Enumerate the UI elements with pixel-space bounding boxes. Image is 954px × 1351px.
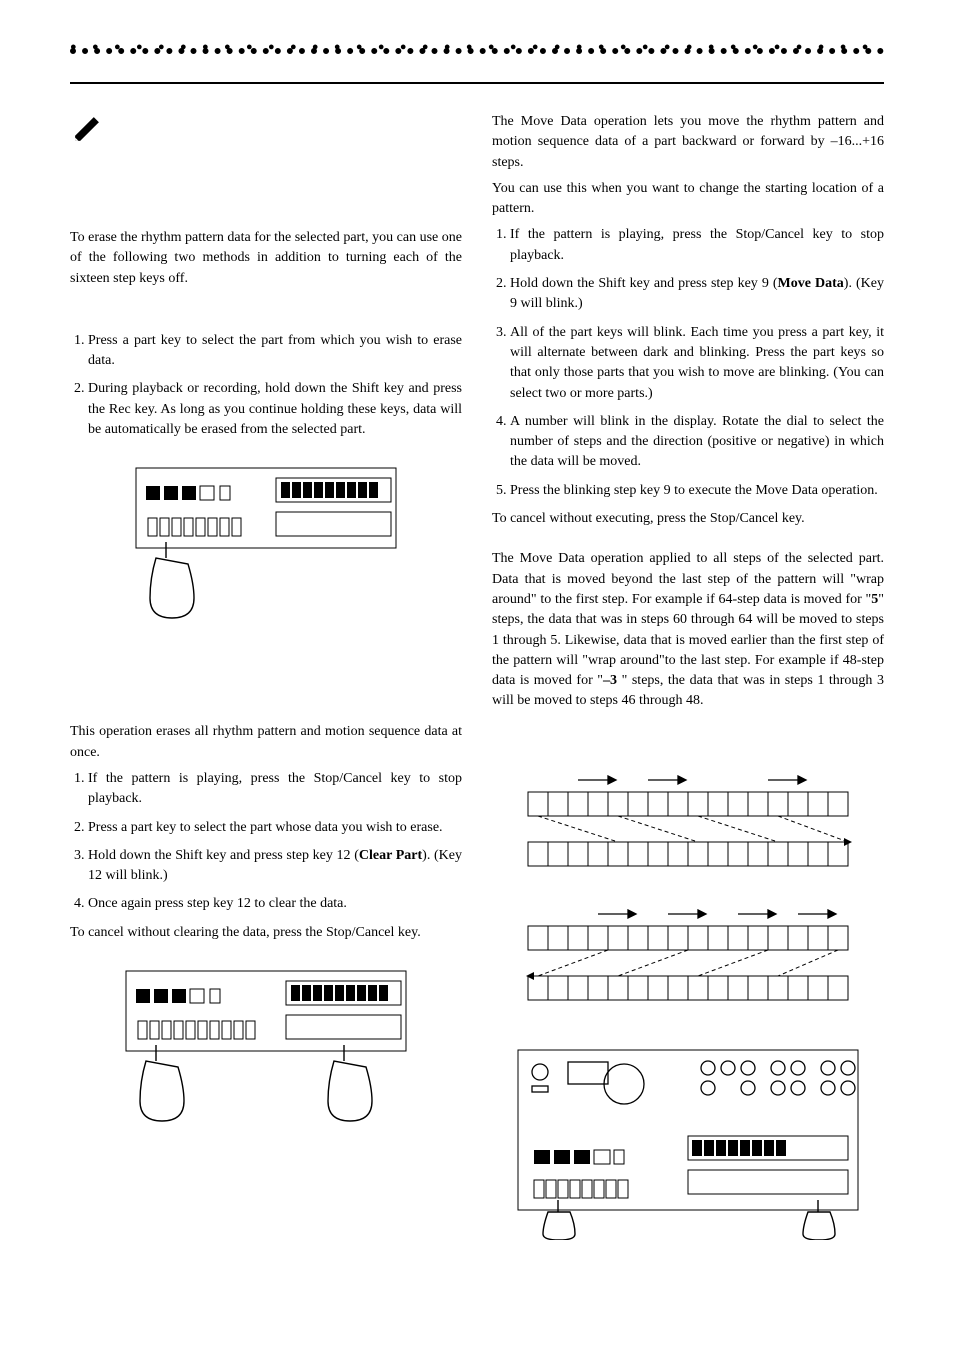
method1-step2: During playback or recording, hold down … <box>88 379 462 440</box>
move-explain: The Move Data operation applied to all s… <box>492 549 884 711</box>
erase-intro: To erase the rhythm pattern data for the… <box>70 228 462 289</box>
method2-step1: If the pattern is playing, press the Sto… <box>88 769 462 810</box>
method2-intro: This operation erases all rhythm pattern… <box>70 722 462 763</box>
diagram-erase-realtime <box>70 458 462 628</box>
move-step4: A number will blink in the display. Rota… <box>510 412 884 473</box>
diagram-wrap-forward <box>492 772 884 882</box>
move-p2: You can use this when you want to change… <box>492 179 884 220</box>
horizontal-rule <box>70 82 884 84</box>
diagram-clear-part <box>70 961 462 1131</box>
right-column: The Move Data operation lets you move th… <box>492 112 884 1264</box>
move-p1: The Move Data operation lets you move th… <box>492 112 884 173</box>
move-step5: Press the blinking step key 9 to execute… <box>510 481 884 501</box>
move-cancel: To cancel without executing, press the S… <box>492 509 884 529</box>
left-column: To erase the rhythm pattern data for the… <box>70 112 462 1264</box>
method2-list: If the pattern is playing, press the Sto… <box>70 769 462 915</box>
pencil-icon <box>70 112 104 146</box>
method2-cancel: To cancel without clearing the data, pre… <box>70 923 462 943</box>
move-step1: If the pattern is playing, press the Sto… <box>510 225 884 266</box>
dot-separator <box>70 48 884 54</box>
move-steps: If the pattern is playing, press the Sto… <box>492 225 884 501</box>
method2-step2: Press a part key to select the part whos… <box>88 818 462 838</box>
method1-step1: Press a part key to select the part from… <box>88 331 462 372</box>
move-step3: All of the part keys will blink. Each ti… <box>510 323 884 404</box>
method2-step4: Once again press step key 12 to clear th… <box>88 894 462 914</box>
method2-step3: Hold down the Shift key and press step k… <box>88 846 462 887</box>
method1-list: Press a part key to select the part from… <box>70 331 462 440</box>
diagram-wrap-backward <box>492 906 884 1016</box>
move-step2: Hold down the Shift key and press step k… <box>510 274 884 315</box>
diagram-device-full <box>492 1040 884 1240</box>
